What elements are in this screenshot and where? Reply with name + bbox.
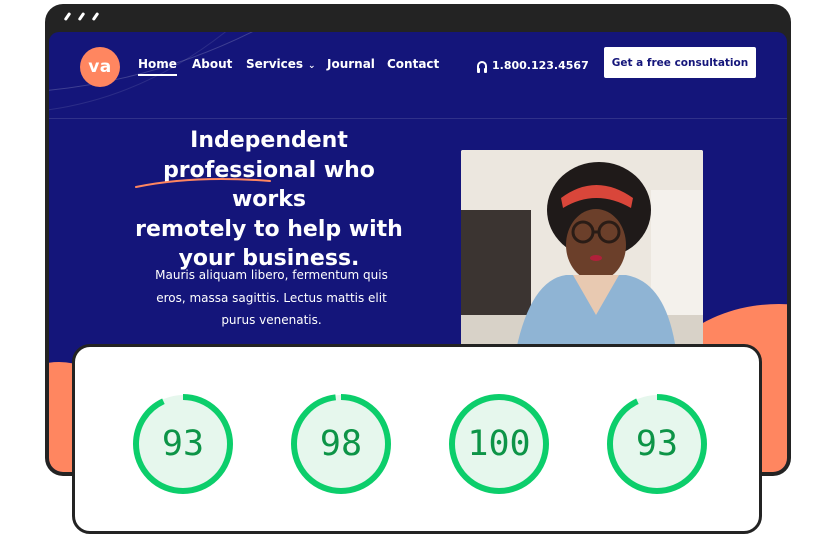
logo-text: va — [88, 57, 112, 77]
hero-headline: Independent professional who works remot… — [129, 126, 409, 274]
chevron-down-icon: ⌄ — [308, 61, 316, 71]
paragraph-line: purus venenatis. — [221, 313, 322, 327]
score-value: 100 — [467, 424, 531, 464]
nav-item-journal[interactable]: Journal — [327, 57, 375, 71]
hero-photo — [461, 150, 703, 350]
nav-item-home[interactable]: Home — [138, 57, 177, 76]
headphones-icon — [477, 61, 487, 73]
nav-item-contact[interactable]: Contact — [387, 57, 439, 71]
woman-with-laptop-illustration — [461, 150, 703, 350]
nav-item-services-label: Services — [246, 57, 304, 71]
paragraph-line: Mauris aliquam libero, fermentum quis — [155, 268, 388, 282]
headline-line: Independent — [190, 128, 348, 153]
score-gauge: 93 — [130, 391, 236, 497]
nav-item-services[interactable]: Services ⌄ — [246, 57, 316, 71]
hero-paragraph: Mauris aliquam libero, fermentum quis er… — [149, 264, 394, 332]
score-gauge: 100 — [446, 391, 552, 497]
score-value: 93 — [635, 424, 679, 464]
headline-underline-swoosh — [135, 178, 271, 188]
window-dot-icon — [63, 11, 72, 22]
nav-divider — [49, 118, 787, 119]
window-controls — [63, 11, 100, 22]
score-gauge: 98 — [288, 391, 394, 497]
phone-number: 1.800.123.4567 — [492, 59, 589, 72]
window-dot-icon — [77, 11, 86, 22]
site-logo[interactable]: va — [80, 47, 120, 87]
get-consultation-button[interactable]: Get a free consultation — [604, 47, 756, 78]
score-gauge: 93 — [604, 391, 710, 497]
paragraph-line: eros, massa sagittis. Lectus mattis elit — [156, 290, 387, 305]
headline-line: remotely to help with — [135, 216, 403, 242]
score-value: 98 — [319, 424, 363, 464]
phone-link[interactable]: 1.800.123.4567 — [477, 59, 589, 73]
nav-item-about[interactable]: About — [192, 57, 232, 71]
window-dot-icon — [91, 11, 100, 22]
score-value: 93 — [161, 424, 205, 464]
lighthouse-scores-panel: 93 98 100 93 — [72, 344, 762, 534]
